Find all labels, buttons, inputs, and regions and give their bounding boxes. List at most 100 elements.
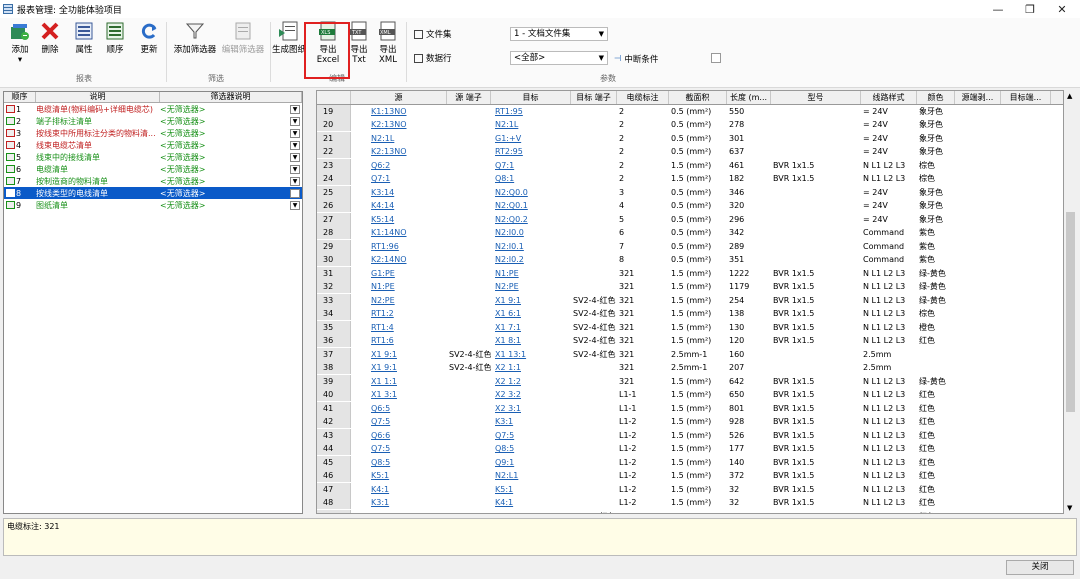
properties-button[interactable]: 属性 [74,20,94,55]
export-xml-button[interactable]: XML 导出 XML [376,20,400,65]
table-row[interactable]: 29 RT1:96 N2:I0.1 7 0.5 (mm²) 289 Command 紫色 [317,239,1063,254]
scroll-thumb[interactable] [1066,212,1075,412]
chevron-down-icon[interactable]: ▼ [290,128,300,138]
scroll-up-icon[interactable]: ▲ [1067,92,1072,100]
grid-cell[interactable]: X1 9:1 [351,348,447,361]
chevron-down-icon[interactable]: ▼ [290,188,300,198]
grid-cell[interactable]: X1 1:1 [351,375,447,388]
grid-cell[interactable]: K2:13NO [351,118,447,131]
table-row[interactable]: 19 K1:13NO RT1:95 2 0.5 (mm²) 550 = 24V 象牙色 [317,104,1063,119]
table-row[interactable]: 40 X1 3:1 X2 3:2 L1-1 1.5 (mm²) 650 BVR 1x1.5 N… [317,388,1063,402]
grid-cell[interactable]: Q7:5 [491,429,571,442]
grid-cell[interactable]: X1 9:1 [491,294,571,307]
grid-cell[interactable]: K5:1 [491,483,571,496]
grid-cell[interactable]: X2 3:1 [491,402,571,415]
grid-cell[interactable]: Q7:5 [351,415,447,428]
grid-cell[interactable]: N2:Q0.2 [491,213,571,226]
grid-cell[interactable]: RT2:95 [491,145,571,158]
minimize-button[interactable]: — [980,0,1016,18]
grid-cell[interactable]: N2:1L [351,132,447,145]
table-row[interactable]: 26 K4:14 N2:Q0.1 4 0.5 (mm²) 320 = 24V 象牙色 [317,199,1063,213]
grid-cell[interactable]: G1:PE [351,267,447,280]
grid-cell[interactable]: X1 13:1 [491,348,571,361]
grid-cell[interactable]: X2 1:1 [491,361,571,374]
col-order[interactable]: 顺序 [4,92,36,102]
grid-cell[interactable]: Q6:5 [351,402,447,415]
grid-col-header[interactable]: 颜色 [917,91,955,104]
grid-cell[interactable]: X2 3:2 [491,388,571,401]
report-row[interactable]: 1 电缆清单(物料编码+详细电缆芯) <无筛选器> ▼ [4,103,302,115]
table-row[interactable]: 35 RT1:4 X1 7:1 SV2-4-红色 321 1.5 (mm²) 130 BVR … [317,320,1063,335]
grid-cell[interactable]: K4:14 [351,199,447,212]
table-row[interactable]: 46 K5:1 N2:L1 L1-2 1.5 (mm²) 372 BVR 1x1.5 N L1… [317,469,1063,483]
grid-col-header[interactable]: 型号 [771,91,861,104]
grid-cell[interactable]: RT1:6 [351,334,447,347]
table-row[interactable]: 31 G1:PE N1:PE 321 1.5 (mm²) 1222 BVR 1x1.5 N L… [317,266,1063,281]
report-row[interactable]: 8 按线类型的电线清单 <无筛选器> ▼ [4,187,302,199]
grid-cell[interactable]: N2:I0.0 [491,226,571,239]
table-row[interactable]: 39 X1 1:1 X2 1:2 321 1.5 (mm²) 642 BVR 1x1.5 N … [317,374,1063,389]
grid-cell[interactable]: N2:I0.1 [491,240,571,253]
grid-cell[interactable]: K3:1 [351,496,447,509]
grid-col-header[interactable]: 目标 [491,91,571,104]
order-button[interactable]: 顺序 [104,20,126,55]
grid-cell[interactable]: N2:L1 [491,469,571,482]
grid-col-header[interactable] [317,91,351,104]
grid-col-header[interactable]: 长度 (m... [727,91,771,104]
report-row[interactable]: 3 按线束中所用标注分类的物料清... <无筛选器> ▼ [4,127,302,139]
grid-cell[interactable]: N2:1L [491,118,571,131]
close-window-button[interactable]: ✕ [1044,0,1080,18]
chevron-down-icon[interactable]: ▼ [290,152,300,162]
grid-cell[interactable]: X1 12:1 [491,510,571,513]
grid-cell[interactable]: X1 7:1 [491,321,571,334]
table-row[interactable]: 34 RT1:2 X1 6:1 SV2-4-红色 321 1.5 (mm²) 138 BVR … [317,307,1063,321]
grid-cell[interactable]: N1:PE [351,280,447,293]
grid-cell[interactable]: RT1:2 [351,307,447,320]
table-row[interactable]: 48 K3:1 K4:1 L1-2 1.5 (mm²) 32 BVR 1x1.5 N L1 L… [317,496,1063,510]
table-row[interactable]: 47 K4:1 K5:1 L1-2 1.5 (mm²) 32 BVR 1x1.5 N L1 L… [317,482,1063,497]
report-row[interactable]: 7 按制造商的物料清单 <无筛选器> ▼ [4,175,302,187]
grid-cell[interactable]: K2:14NO [351,253,447,266]
grid-col-header[interactable]: 截面积 [669,91,727,104]
grid-cell[interactable]: N2:Q0.0 [491,186,571,199]
table-row[interactable]: 32 N1:PE N2:PE 321 1.5 (mm²) 1179 BVR 1x1.5 N L… [317,280,1063,294]
table-row[interactable]: 22 K2:13NO RT2:95 2 0.5 (mm²) 637 = 24V 象牙色 [317,145,1063,159]
grid-col-header[interactable]: 目标 端子 [571,91,617,104]
grid-cell[interactable]: K1:13NO [351,105,447,118]
table-row[interactable]: 41 Q6:5 X2 3:1 L1-1 1.5 (mm²) 801 BVR 1x1.5 N L… [317,401,1063,416]
chevron-down-icon[interactable]: ▼ [290,116,300,126]
grid-cell[interactable]: X2 1:2 [491,375,571,388]
report-row[interactable]: 5 线束中的接线清单 <无筛选器> ▼ [4,151,302,163]
grid-cell[interactable]: N1:PE [491,267,571,280]
grid-cell[interactable]: N2:I0.2 [491,253,571,266]
maximize-button[interactable]: ❐ [1012,0,1048,18]
delete-button[interactable]: 删除 [40,20,60,55]
refresh-button[interactable]: 更新 [138,20,160,55]
table-row[interactable]: 38 X1 9:1 SV2-4-红色 X2 1:1 321 2.5mm-1 207 2.5mm [317,361,1063,375]
grid-cell[interactable]: K3:1 [491,415,571,428]
col-description[interactable]: 说明 [36,92,160,102]
table-row[interactable]: 33 N2:PE X1 9:1 SV2-4-红色 321 1.5 (mm²) 254 BVR … [317,293,1063,308]
grid-cell[interactable]: RT2:6 [351,510,447,513]
scroll-down-icon[interactable]: ▼ [1067,504,1072,512]
interrupt-checkbox[interactable] [711,53,721,63]
grid-col-header[interactable]: 目标端... [1001,91,1051,104]
table-row[interactable]: 27 K5:14 N2:Q0.2 5 0.5 (mm²) 296 = 24V 象牙色 [317,212,1063,227]
grid-col-header[interactable]: 源 [351,91,447,104]
chevron-down-icon[interactable]: ▼ [290,200,300,210]
table-row[interactable]: 43 Q6:6 Q7:5 L1-2 1.5 (mm²) 526 BVR 1x1.5 N L1 … [317,428,1063,443]
grid-cell[interactable]: K2:13NO [351,145,447,158]
grid-cell[interactable]: X1 9:1 [351,361,447,374]
table-row[interactable]: 37 X1 9:1 SV2-4-红色 X1 13:1 SV2-4-红色 321 2.5mm-… [317,347,1063,362]
table-row[interactable]: 28 K1:14NO N2:I0.0 6 0.5 (mm²) 342 Command 紫色 [317,226,1063,240]
report-row[interactable]: 2 端子排标注清单 <无筛选器> ▼ [4,115,302,127]
col-filter-description[interactable]: 筛选器说明 [160,92,302,102]
grid-cell[interactable]: K4:1 [491,496,571,509]
grid-cell[interactable]: Q8:5 [351,456,447,469]
table-row[interactable]: 42 Q7:5 K3:1 L1-2 1.5 (mm²) 928 BVR 1x1.5 N L1 … [317,415,1063,429]
report-row[interactable]: 4 线束电缆芯清单 <无筛选器> ▼ [4,139,302,151]
grid-cell[interactable]: K5:1 [351,469,447,482]
grid-cell[interactable]: RT1:95 [491,105,571,118]
add-filter-button[interactable]: 添加筛选器 [172,20,218,55]
grid-col-header[interactable]: 源 端子 [447,91,491,104]
